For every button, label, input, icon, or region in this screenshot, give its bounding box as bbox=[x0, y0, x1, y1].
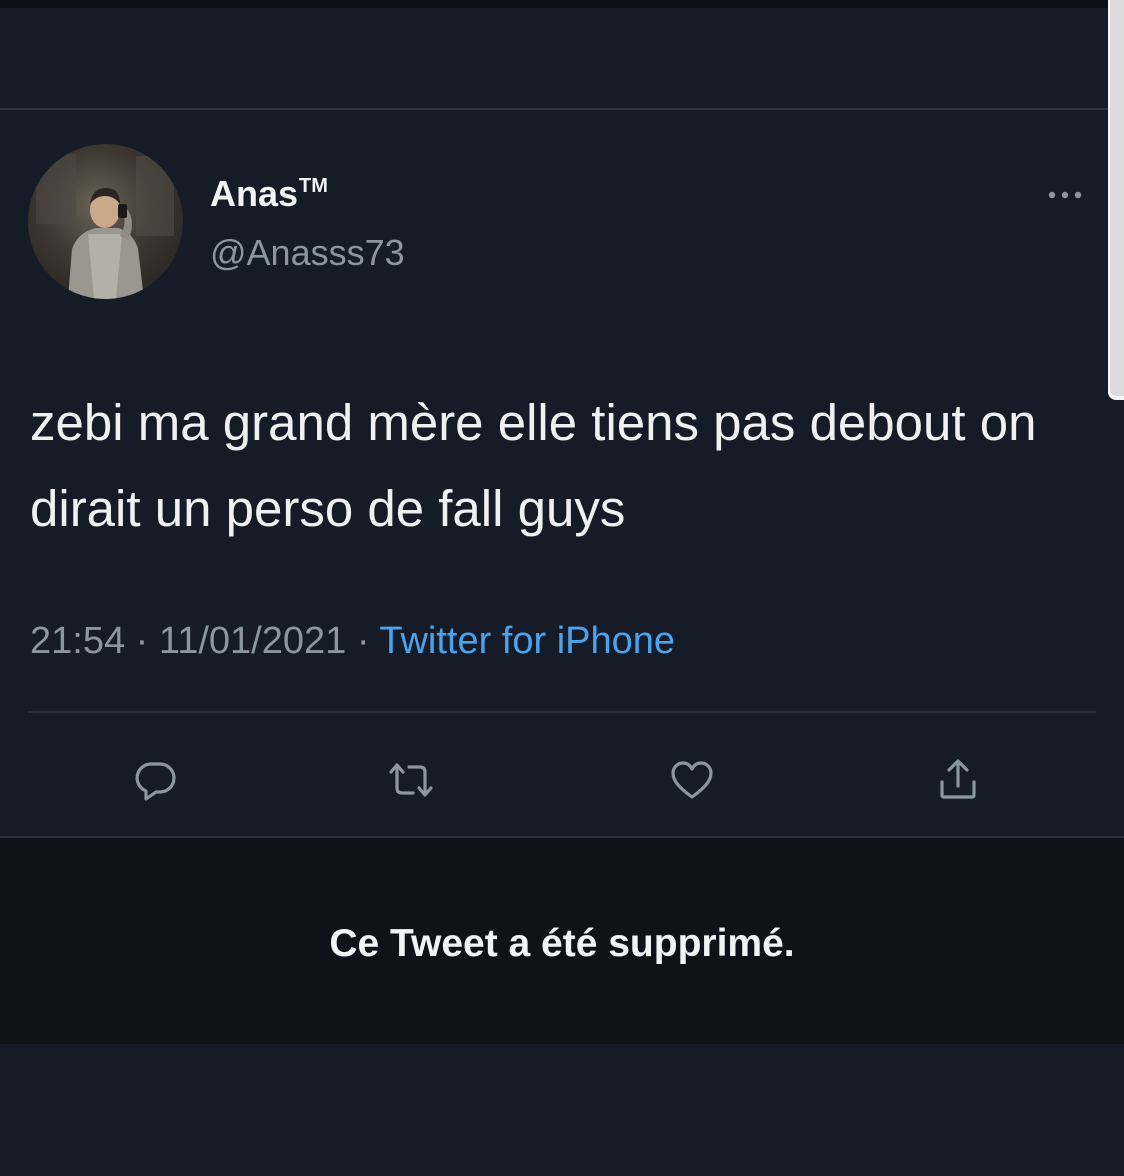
meta-separator: · bbox=[135, 620, 149, 662]
avatar-photo bbox=[36, 154, 174, 299]
top-status-strip bbox=[0, 0, 1124, 8]
display-name-text: Anas bbox=[210, 173, 299, 214]
bottom-area bbox=[0, 1044, 1124, 1176]
deleted-tweet-notice: Ce Tweet a été supprimé. bbox=[329, 922, 795, 965]
tweet-date: 11/01/2021 bbox=[158, 620, 347, 662]
header-divider bbox=[0, 108, 1110, 110]
reply-icon bbox=[135, 762, 176, 801]
more-options-button[interactable] bbox=[1040, 180, 1090, 210]
heart-icon bbox=[671, 761, 713, 799]
share-icon bbox=[940, 759, 976, 799]
trademark-mark: TM bbox=[299, 175, 328, 197]
display-name[interactable]: AnasTM bbox=[210, 173, 328, 215]
tweet-time: 21:54 bbox=[30, 620, 126, 662]
tweet-source-link[interactable]: Twitter for iPhone bbox=[379, 620, 675, 662]
meta-divider bbox=[28, 711, 1096, 713]
share-button[interactable] bbox=[930, 752, 986, 808]
like-button[interactable] bbox=[664, 752, 720, 808]
tweet-meta: 21:54 · 11/01/2021 · Twitter for iPhone bbox=[30, 620, 675, 663]
more-horizontal-icon bbox=[1048, 191, 1082, 199]
user-handle[interactable]: @Anasss73 bbox=[210, 232, 405, 274]
reply-button[interactable] bbox=[128, 752, 184, 808]
retweet-icon bbox=[389, 763, 433, 797]
retweet-button[interactable] bbox=[383, 752, 439, 808]
tweet-text: zebi ma grand mère elle tiens pas debout… bbox=[30, 394, 1037, 537]
avatar[interactable] bbox=[28, 144, 183, 299]
header-area bbox=[0, 8, 1124, 108]
meta-separator: · bbox=[356, 620, 370, 662]
scrollbar-thumb[interactable] bbox=[1110, 0, 1124, 396]
